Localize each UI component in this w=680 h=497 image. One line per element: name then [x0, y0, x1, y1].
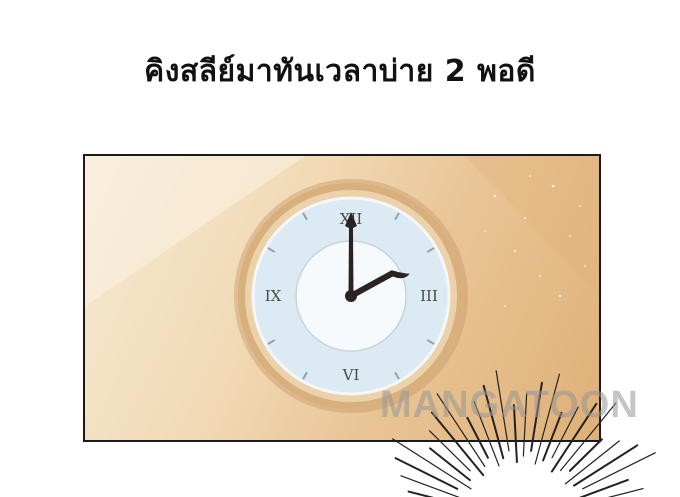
burst-line — [568, 438, 603, 472]
mangatoon-watermark: MANGATOON — [380, 384, 639, 426]
